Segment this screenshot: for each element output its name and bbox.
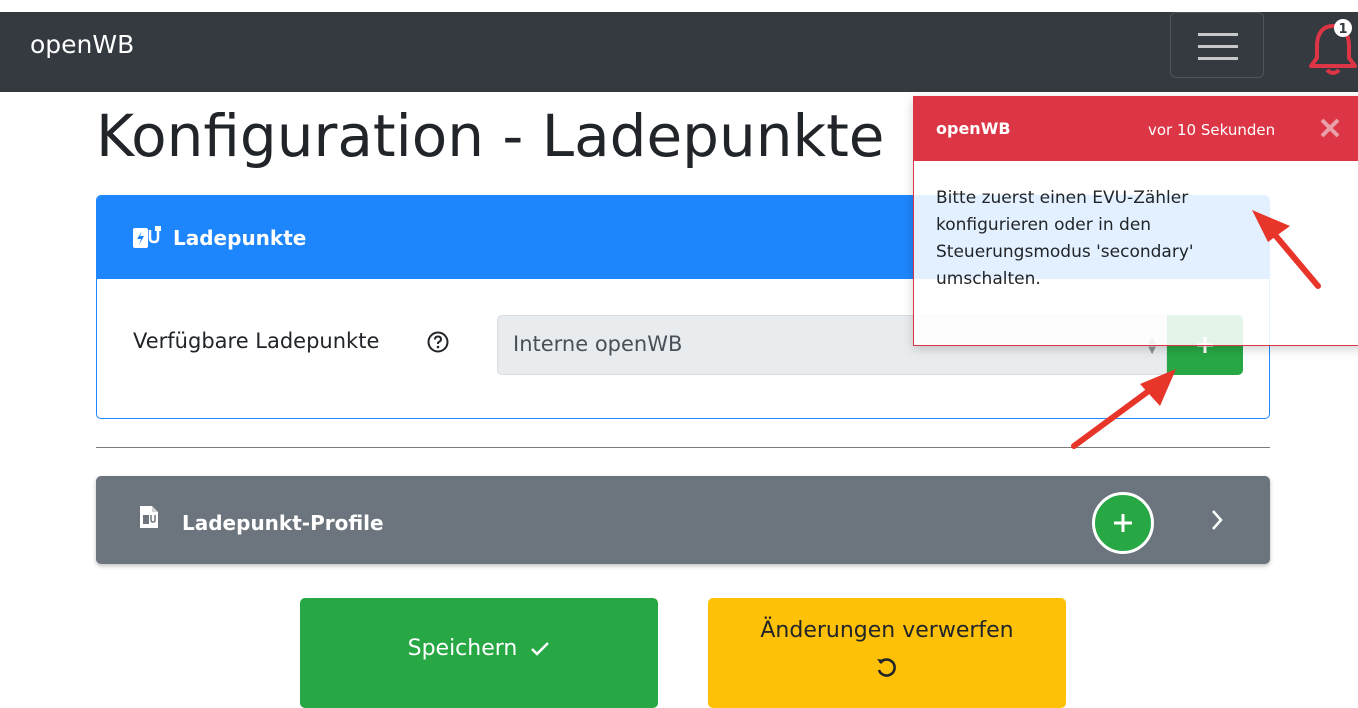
notification-toast: openWB vor 10 Sekunden Bitte zuerst eine…: [913, 96, 1358, 346]
save-button-label: Speichern: [407, 636, 518, 661]
toast-header: openWB vor 10 Sekunden: [914, 97, 1358, 161]
discard-changes-button[interactable]: Änderungen verwerfen: [708, 598, 1066, 708]
undo-icon: [877, 658, 896, 677]
hamburger-bar: [1198, 33, 1238, 36]
charging-station-icon: [133, 226, 161, 248]
available-chargepoints-label: Verfügbare Ladepunkte: [133, 329, 380, 353]
save-button[interactable]: Speichern: [300, 598, 658, 708]
hamburger-bar: [1198, 57, 1238, 60]
top-navbar: openWB 1: [0, 12, 1358, 92]
chevron-right-icon[interactable]: [1210, 508, 1224, 532]
question-circle-icon[interactable]: [427, 331, 449, 353]
notification-count: 1: [1338, 22, 1347, 37]
chargepoint-type-value: Interne openWB: [513, 332, 683, 356]
page-title: Konfiguration - Ladepunkte: [96, 102, 885, 170]
menu-toggle-button[interactable]: [1170, 12, 1264, 78]
divider: [96, 447, 1270, 448]
toast-time: vor 10 Sekunden: [1148, 121, 1276, 139]
ladepunkte-card-title: Ladepunkte: [173, 226, 307, 250]
discard-button-label: Änderungen verwerfen: [760, 618, 1014, 643]
plus-icon: [1114, 514, 1132, 532]
brand-logo[interactable]: openWB: [30, 30, 134, 59]
hamburger-bar: [1198, 45, 1238, 48]
add-profile-button[interactable]: [1092, 492, 1154, 554]
close-icon[interactable]: [1317, 115, 1343, 141]
toast-title: openWB: [936, 119, 1011, 138]
toast-message: Bitte zuerst einen EVU-Zähler konfigurie…: [936, 188, 1194, 289]
profiles-card-header[interactable]: Ladepunkt-Profile: [96, 476, 1270, 564]
check-icon: [531, 642, 550, 656]
bell-icon[interactable]: 1: [1305, 18, 1358, 78]
charging-profile-icon: [140, 506, 158, 528]
save-button-label-row: Speichern: [300, 636, 658, 661]
profiles-card-title: Ladepunkt-Profile: [182, 511, 384, 535]
